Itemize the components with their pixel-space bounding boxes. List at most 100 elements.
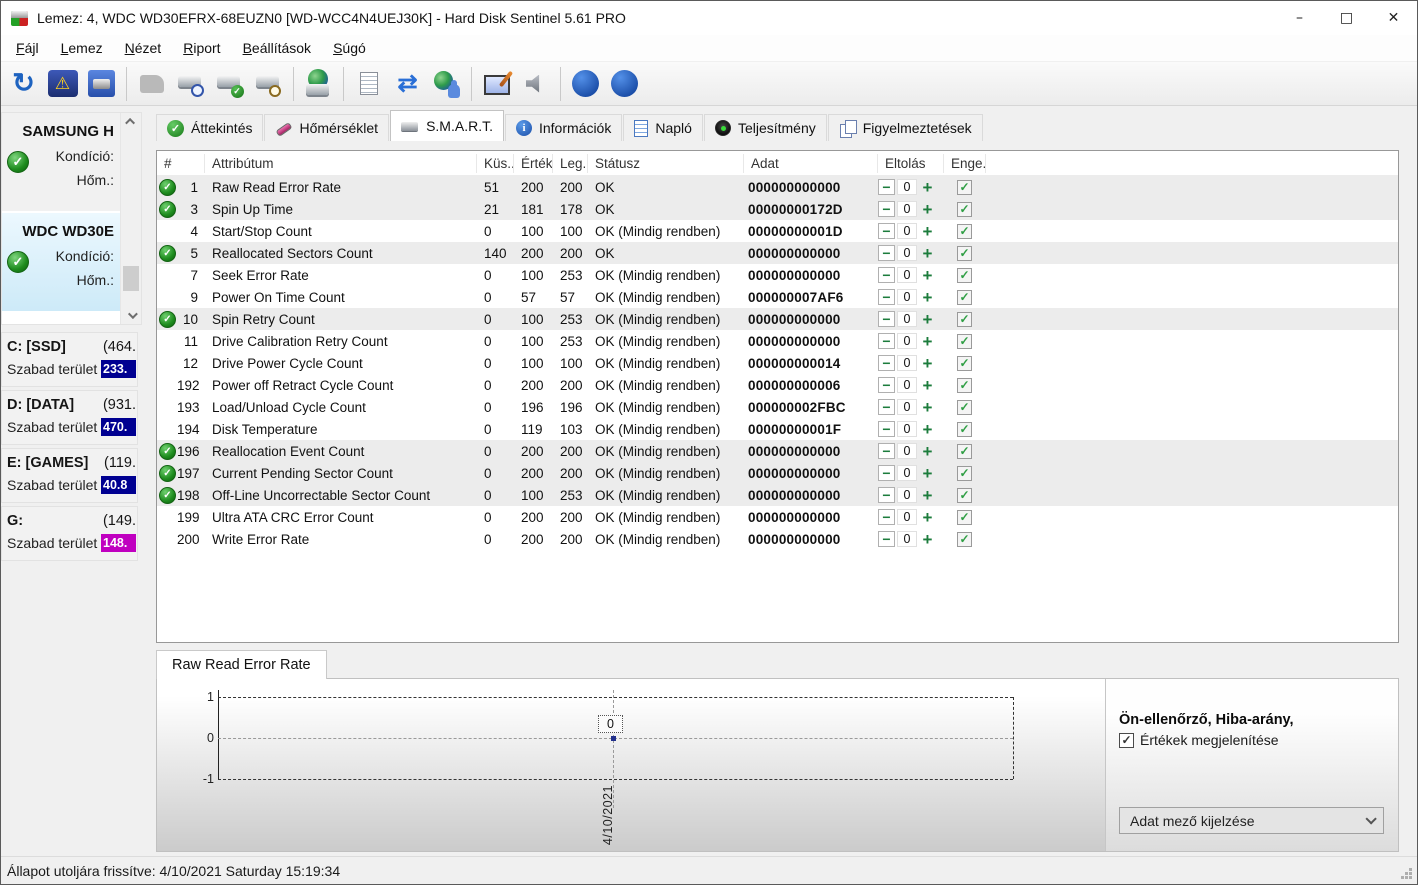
scrollbar-track[interactable] [121,130,141,307]
enabled-checkbox[interactable] [957,202,972,217]
offset-decrease-button[interactable]: − [878,443,895,459]
globe-disk-button[interactable] [299,65,338,103]
scrollbar-thumb[interactable] [123,266,139,291]
enabled-checkbox[interactable] [957,466,972,481]
scroll-down-icon[interactable] [121,307,141,324]
sound-button[interactable] [516,65,555,103]
col-header-value[interactable]: Érték [514,154,553,173]
col-header-attribute[interactable]: Attribútum [205,154,477,173]
offset-decrease-button[interactable]: − [878,421,895,437]
offset-decrease-button[interactable]: − [878,509,895,525]
smart-attribute-row[interactable]: 194 Disk Temperature 0 119 103 OK (Mindi… [157,418,1398,440]
smart-attribute-row[interactable]: 198 Off-Line Uncorrectable Sector Count … [157,484,1398,506]
smart-attribute-row[interactable]: 200 Write Error Rate 0 200 200 OK (Mindi… [157,528,1398,550]
smart-attribute-row[interactable]: 196 Reallocation Event Count 0 200 200 O… [157,440,1398,462]
menu-item[interactable]: Lemez [50,36,114,60]
maximize-button[interactable]: □ [1323,1,1370,35]
offset-decrease-button[interactable]: − [878,289,895,305]
warning-button[interactable] [43,65,82,103]
offset-decrease-button[interactable]: − [878,377,895,393]
offset-decrease-button[interactable]: − [878,487,895,503]
data-field-dropdown[interactable]: Adat mező kijelzése [1119,807,1384,834]
smart-attribute-row[interactable]: 197 Current Pending Sector Count 0 200 2… [157,462,1398,484]
offset-decrease-button[interactable]: − [878,245,895,261]
offset-increase-button[interactable]: + [919,289,936,305]
settings-button[interactable] [477,65,516,103]
menu-item[interactable]: Riport [172,36,231,60]
refresh-button[interactable] [4,65,43,103]
offset-increase-button[interactable]: + [919,421,936,437]
disk-clock-button[interactable] [171,65,210,103]
show-values-option[interactable]: Értékek megjelenítése [1119,732,1398,748]
offset-increase-button[interactable]: + [919,509,936,525]
tab[interactable]: Információk [505,114,622,141]
offset-increase-button[interactable]: + [919,487,936,503]
offset-increase-button[interactable]: + [919,201,936,217]
enabled-checkbox[interactable] [957,312,972,327]
tab[interactable]: Hőmérséklet [264,114,389,141]
enabled-checkbox[interactable] [957,422,972,437]
col-header-status[interactable]: Státusz [588,154,744,173]
partition-item[interactable]: D: [DATA] (931. Szabad terület 470. [1,390,138,445]
enabled-checkbox[interactable] [957,334,972,349]
offset-decrease-button[interactable]: − [878,179,895,195]
offset-decrease-button[interactable]: − [878,311,895,327]
col-header-enabled[interactable]: Enge... [944,154,986,173]
partition-item[interactable]: G: (149. Szabad terület 148. [1,506,138,561]
offset-increase-button[interactable]: + [919,333,936,349]
scroll-up-icon[interactable] [121,113,141,130]
chart-tab[interactable]: Raw Read Error Rate [156,650,327,679]
enabled-checkbox[interactable] [957,356,972,371]
smart-attribute-row[interactable]: 11 Drive Calibration Retry Count 0 100 2… [157,330,1398,352]
disk-check-button[interactable] [210,65,249,103]
menu-item[interactable]: Beállítások [232,36,323,60]
enabled-checkbox[interactable] [957,290,972,305]
offset-decrease-button[interactable]: − [878,267,895,283]
offset-decrease-button[interactable]: − [878,531,895,547]
tab[interactable]: S.M.A.R.T. [390,110,504,141]
help-button[interactable] [566,65,605,103]
smart-attribute-row[interactable]: 4 Start/Stop Count 0 100 100 OK (Mindig … [157,220,1398,242]
tab[interactable]: Napló [623,114,703,141]
offset-increase-button[interactable]: + [919,179,936,195]
partition-item[interactable]: C: [SSD] (464. Szabad terület 233. [1,332,138,387]
enabled-checkbox[interactable] [957,378,972,393]
globe-user-button[interactable] [427,65,466,103]
enabled-checkbox[interactable] [957,488,972,503]
close-button[interactable]: ✕ [1370,1,1417,35]
col-header-threshold[interactable]: Küs... [477,154,514,173]
disk-list-scrollbar[interactable] [120,113,141,324]
smart-attribute-row[interactable]: 199 Ultra ATA CRC Error Count 0 200 200 … [157,506,1398,528]
smart-attribute-row[interactable]: 193 Load/Unload Cycle Count 0 196 196 OK… [157,396,1398,418]
col-header-number[interactable]: # [157,154,205,173]
show-values-checkbox[interactable] [1119,733,1134,748]
printer-disabled-button[interactable] [132,65,171,103]
smart-attribute-row[interactable]: 10 Spin Retry Count 0 100 253 OK (Mindig… [157,308,1398,330]
offset-increase-button[interactable]: + [919,267,936,283]
col-header-worst[interactable]: Leg... [553,154,588,173]
enabled-checkbox[interactable] [957,180,972,195]
col-header-offset[interactable]: Eltolás [878,154,944,173]
offset-increase-button[interactable]: + [919,311,936,327]
enabled-checkbox[interactable] [957,246,972,261]
enabled-checkbox[interactable] [957,268,972,283]
offset-decrease-button[interactable]: − [878,201,895,217]
enabled-checkbox[interactable] [957,224,972,239]
offset-increase-button[interactable]: + [919,355,936,371]
disk-item[interactable]: SAMSUNG H Kondíció: Hőm.: [2,113,120,213]
enabled-checkbox[interactable] [957,532,972,547]
enabled-checkbox[interactable] [957,510,972,525]
offset-increase-button[interactable]: + [919,223,936,239]
smart-attribute-row[interactable]: 1 Raw Read Error Rate 51 200 200 OK 0000… [157,176,1398,198]
disk-search-button[interactable] [249,65,288,103]
enabled-checkbox[interactable] [957,444,972,459]
offset-increase-button[interactable]: + [919,377,936,393]
offset-decrease-button[interactable]: − [878,333,895,349]
offset-decrease-button[interactable]: − [878,465,895,481]
offset-increase-button[interactable]: + [919,443,936,459]
info-button[interactable] [605,65,644,103]
tab[interactable]: Figyelmeztetések [828,114,983,141]
disk-card-button[interactable] [82,65,121,103]
menu-item[interactable]: Fájl [5,36,50,60]
disk-item[interactable]: WDC WD30E Kondíció: Hőm.: [2,213,120,313]
